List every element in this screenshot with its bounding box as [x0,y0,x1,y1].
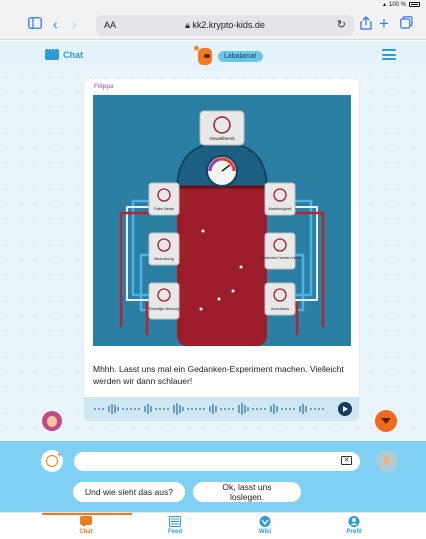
chat-nav-label: Chat [63,49,83,60]
reload-icon[interactable]: ↻ [337,18,346,31]
feed-icon [169,516,181,527]
thought-experiment-illustration: Gewaltbereit Fake News Bedrohung Einseit… [93,95,351,346]
scroll-down-button[interactable] [375,410,397,432]
label-left-3: Einseitige Meinung [149,307,179,311]
audio-player [84,397,359,421]
emoji-button[interactable]: + [41,450,63,472]
menu-icon[interactable] [382,49,396,60]
message-sender: Filippa [94,84,114,90]
labalama-avatar-icon: ✹ [193,44,215,68]
active-tab-indicator [42,513,132,515]
wiki-icon [259,516,271,527]
label-right-1: Machtlosigkeit [269,207,292,211]
play-audio-button[interactable] [338,402,352,416]
chat-nav-link[interactable]: Chat [45,44,83,60]
label-gewaltbereit: Gewaltbereit [209,136,235,141]
tab-profil[interactable]: Profil [324,516,384,535]
tab-feed-label: Feed [167,529,182,535]
tab-wiki[interactable]: Wiki [235,516,295,535]
chat-icon [80,516,92,527]
address-bar[interactable]: AA 🔒︎ kk2.krypto-kids.de ↻ [96,15,354,36]
share-icon[interactable] [360,16,372,33]
message-input[interactable] [74,452,360,471]
tab-bar: Chat Feed Wiki Profil [0,512,426,539]
battery-label: 100 % [388,1,406,8]
clear-input-icon[interactable]: ✕ [341,456,352,465]
label-left-2: Bedrohung [154,256,174,261]
profile-icon [348,516,360,527]
status-indicators: ▴ 100 % [383,1,420,8]
new-tab-icon[interactable]: + [379,15,389,32]
browser-toolbar: ‹ › AA 🔒︎ kk2.krypto-kids.de ↻ + [0,10,426,40]
user-avatar [42,411,62,431]
label-right-2: Schlechtes Familien-Klima [260,256,300,260]
bot-name-badge: Labalama! [218,50,263,62]
forward-arrow-icon[interactable]: › [72,16,77,32]
quick-reply-1[interactable]: Und wie sieht das aus? [73,482,185,502]
app-header: Chat ✹ Labalama! [0,41,426,71]
tabs-overview-icon[interactable] [400,16,413,32]
tab-profil-label: Profil [346,529,362,535]
url-text: 🔒︎ kk2.krypto-kids.de [185,20,265,30]
battery-icon [409,2,420,7]
message-text: Mhhh. Lasst uns mal ein Gedanken-Experim… [93,364,344,386]
bot-identity: ✹ Labalama! [193,44,263,68]
url-value: kk2.krypto-kids.de [192,20,265,30]
tab-wiki-label: Wiki [258,529,272,535]
tab-chat-label: Chat [79,529,93,535]
smiley-icon [46,455,58,467]
wifi-icon: ▴ [382,2,386,8]
waveform [94,403,324,415]
label-right-3: Anschluss [271,306,289,311]
label-left-1: Fake News [154,206,174,211]
send-button[interactable] [376,450,398,472]
chat-bubble-icon [45,44,59,60]
sidebar-toggle-icon[interactable] [28,16,42,32]
composer: + ✕ Und wie sieht das aus? Ok, lasst uns… [0,441,426,512]
chat-area[interactable]: Filippa Gewaltbereit Fake News Bedrohung… [0,71,426,441]
quick-reply-2[interactable]: Ok, lasst uns loslegen. [193,482,301,502]
tab-chat[interactable]: Chat [56,516,116,535]
status-bar: ▴ 100 % [0,0,426,10]
tab-feed[interactable]: Feed [145,516,205,535]
back-arrow-icon[interactable]: ‹ [53,16,58,32]
bot-message: Filippa Gewaltbereit Fake News Bedrohung… [84,79,359,405]
